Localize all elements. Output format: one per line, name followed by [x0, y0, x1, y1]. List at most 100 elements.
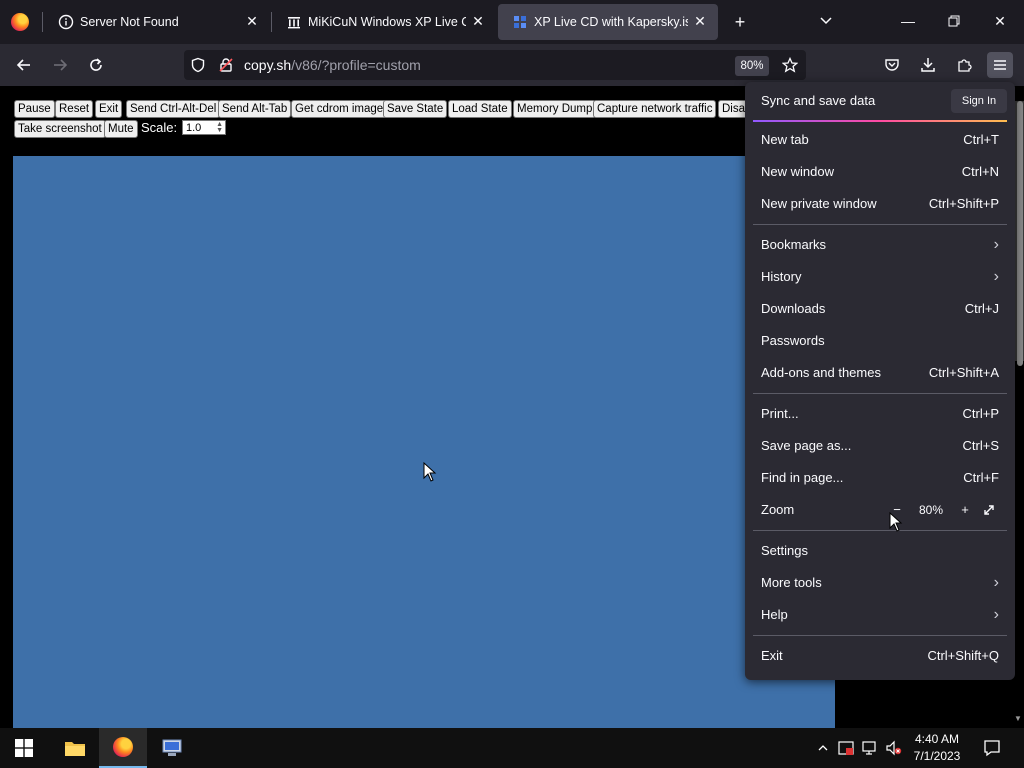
menu-item-label: Passwords [761, 333, 825, 348]
menu-item-shortcut: Ctrl+Shift+Q [927, 648, 999, 663]
application-menu: Sync and save data Sign In New tab Ctrl+… [745, 82, 1015, 680]
start-button[interactable] [0, 728, 48, 768]
navigation-toolbar: copy.sh/v86/?profile=custom 80% [0, 44, 1024, 86]
memory-dump-button[interactable]: Memory Dump [513, 100, 597, 118]
tab-xp-live-cd[interactable]: XP Live CD with Kapersky.iso - V ✕ [498, 4, 718, 40]
close-tab-icon[interactable]: ✕ [244, 13, 260, 29]
take-screenshot-button[interactable]: Take screenshot [14, 120, 106, 138]
network-disconnected-icon[interactable] [862, 740, 878, 756]
archive-icon [286, 14, 302, 30]
tracking-protection-shield-icon[interactable] [190, 57, 206, 73]
chevron-right-icon: › [993, 574, 999, 591]
get-cdrom-image-button[interactable]: Get cdrom image [291, 100, 388, 118]
zoom-reset-badge[interactable]: 80% [735, 56, 769, 76]
zoom-in-button[interactable]: + [955, 499, 975, 521]
firefox-view-icon[interactable] [11, 13, 29, 31]
close-tab-icon[interactable]: ✕ [692, 13, 708, 29]
notifications-icon[interactable] [983, 739, 1000, 757]
fullscreen-icon[interactable] [979, 499, 999, 521]
menu-item-label: New window [761, 164, 834, 179]
close-tab-icon[interactable]: ✕ [470, 13, 486, 29]
chevron-right-icon: › [993, 236, 999, 253]
mute-button[interactable]: Mute [104, 120, 138, 138]
restore-window-button[interactable] [934, 6, 974, 36]
reset-button[interactable]: Reset [55, 100, 94, 118]
send-alt-tab-button[interactable]: Send Alt-Tab [218, 100, 292, 118]
menu-item-label: Downloads [761, 301, 826, 316]
menu-item-shortcut: Ctrl+N [961, 164, 999, 179]
menu-item-label: Add-ons and themes [761, 365, 881, 380]
scroll-down-arrow-icon[interactable]: ▼ [1014, 714, 1022, 723]
file-explorer-icon[interactable] [50, 728, 98, 768]
menu-item-new-tab[interactable]: New tab Ctrl+T [761, 129, 999, 151]
save-state-button[interactable]: Save State [383, 100, 448, 118]
lock-warning-icon[interactable] [218, 57, 234, 73]
menu-item-find-in-page[interactable]: Find in page... Ctrl+F [761, 467, 999, 489]
scrollbar-thumb[interactable] [1017, 101, 1023, 366]
volume-muted-icon[interactable] [886, 740, 902, 756]
tab-server-not-found[interactable]: Server Not Found ✕ [44, 4, 270, 40]
spinner-arrows-icon[interactable]: ▲ ▼ [216, 121, 223, 134]
menu-item-new-window[interactable]: New window Ctrl+N [761, 161, 999, 183]
menu-item-label: Exit [761, 648, 783, 663]
menu-item-new-private-window[interactable]: New private window Ctrl+Shift+P [761, 193, 999, 215]
info-icon [58, 14, 74, 30]
menu-item-label: Bookmarks [761, 237, 827, 252]
menu-item-shortcut: Ctrl+P [962, 406, 999, 421]
exit-button[interactable]: Exit [95, 100, 123, 118]
pocket-icon[interactable] [879, 52, 905, 78]
menu-item-addons-themes[interactable]: Add-ons and themes Ctrl+Shift+A [761, 362, 999, 384]
url-text[interactable]: copy.sh/v86/?profile=custom [244, 57, 421, 73]
close-window-button[interactable]: ✕ [980, 6, 1020, 36]
firefox-icon[interactable] [99, 728, 147, 768]
menu-item-exit[interactable]: Exit Ctrl+Shift+Q [761, 645, 999, 667]
menu-item-label: Find in page... [761, 470, 844, 485]
extensions-puzzle-icon[interactable] [951, 52, 977, 78]
system-clock[interactable]: 4:40 AM 7/1/2023 [904, 731, 970, 765]
open-application-menu-button[interactable] [987, 52, 1013, 78]
menu-item-help[interactable]: Help › [761, 604, 999, 626]
minimize-window-button[interactable]: — [888, 6, 928, 36]
new-tab-button[interactable]: + [728, 10, 752, 34]
zoom-level-value[interactable]: 80% [911, 499, 951, 521]
tab-title: Server Not Found [80, 15, 179, 29]
network-app-icon[interactable] [148, 728, 196, 768]
menu-item-label: More tools [761, 575, 822, 590]
sign-in-button[interactable]: Sign In [951, 89, 1007, 113]
reload-button[interactable] [83, 52, 109, 78]
scale-value: 1.0 [186, 122, 202, 134]
capture-network-traffic-button[interactable]: Capture network traffic [593, 100, 717, 118]
show-hidden-icons-chevron-icon[interactable] [815, 740, 831, 756]
scale-input[interactable]: 1.0 ▲ ▼ [182, 120, 226, 135]
clock-time: 4:40 AM [914, 732, 960, 746]
menu-separator [753, 224, 1007, 225]
menu-item-downloads[interactable]: Downloads Ctrl+J [761, 298, 999, 320]
load-state-button[interactable]: Load State [448, 100, 512, 118]
v86-icon [512, 14, 528, 30]
pause-button[interactable]: Pause [14, 100, 55, 118]
menu-item-save-page[interactable]: Save page as... Ctrl+S [761, 435, 999, 457]
menu-item-more-tools[interactable]: More tools › [761, 572, 999, 594]
url-bar[interactable]: copy.sh/v86/?profile=custom 80% [184, 50, 806, 80]
list-all-tabs-icon[interactable] [814, 10, 838, 34]
emulator-screen[interactable] [13, 156, 835, 728]
scale-label: Scale: [141, 120, 178, 135]
menu-item-print[interactable]: Print... Ctrl+P [761, 403, 999, 425]
menu-item-settings[interactable]: Settings [761, 540, 999, 562]
sync-accent-divider [753, 120, 1007, 122]
menu-item-zoom: Zoom − 80% + [761, 499, 999, 521]
security-tray-icon[interactable] [838, 740, 854, 756]
menu-item-label: Settings [761, 543, 808, 558]
back-button[interactable] [11, 52, 37, 78]
send-ctrl-alt-del-button[interactable]: Send Ctrl-Alt-Del [126, 100, 221, 118]
bookmark-star-icon[interactable] [781, 56, 799, 73]
downloads-icon[interactable] [915, 52, 941, 78]
windows-taskbar: 4:40 AM 7/1/2023 [0, 728, 1024, 768]
menu-item-bookmarks[interactable]: Bookmarks › [761, 234, 999, 256]
forward-button[interactable] [47, 52, 73, 78]
menu-item-history[interactable]: History › [761, 266, 999, 288]
tab-title: XP Live CD with Kapersky.iso - V [534, 15, 688, 29]
menu-item-label: New tab [761, 132, 809, 147]
tab-mikicun[interactable]: MiKiCuN Windows XP Live CD ✕ [272, 4, 496, 40]
menu-item-passwords[interactable]: Passwords [761, 330, 999, 352]
